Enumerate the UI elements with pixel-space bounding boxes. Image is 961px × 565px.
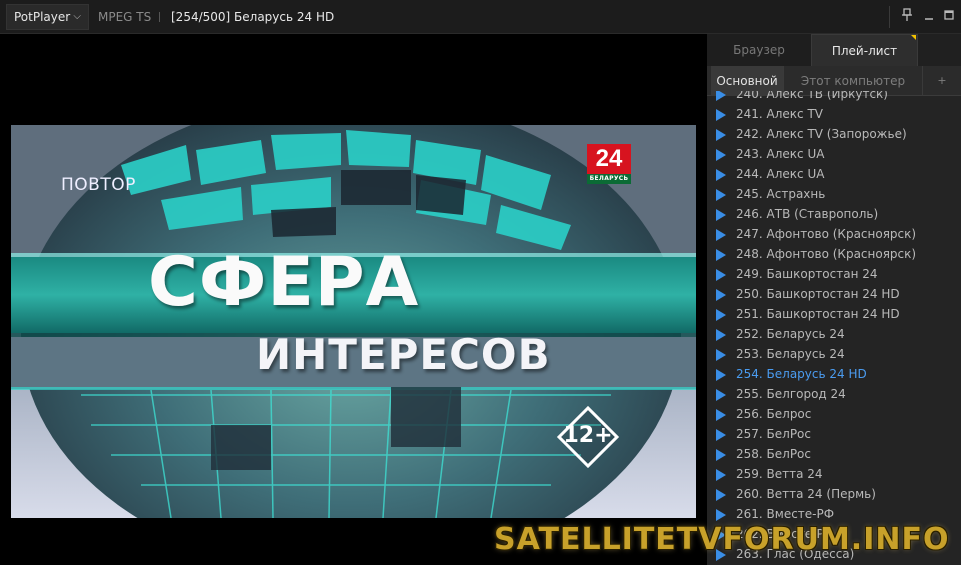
playlist-item-label: 258. БелРос: [736, 447, 811, 461]
playlist-item[interactable]: 241. Алекс TV: [707, 104, 961, 124]
playlist-item-label: 242. Алекс TV (Запорожье): [736, 127, 907, 141]
playlist-item[interactable]: 242. Алекс TV (Запорожье): [707, 124, 961, 144]
play-icon: [716, 149, 726, 161]
play-icon: [716, 109, 726, 121]
playlist-item-label: 248. Афонтово (Красноярск): [736, 247, 917, 261]
play-icon: [716, 249, 726, 261]
playlist-item-label: 252. Беларусь 24: [736, 327, 845, 341]
playlist-item[interactable]: 259. Ветта 24: [707, 464, 961, 484]
age-rating-badge: 12+: [556, 405, 620, 469]
playlist-item-label: 251. Башкортостан 24 HD: [736, 307, 900, 321]
play-icon: [716, 289, 726, 301]
tab-playlist[interactable]: Плей-лист: [811, 34, 918, 66]
play-icon: [716, 91, 726, 101]
playlist-item-label: 240. Алекс TB (Иркутск): [736, 91, 888, 101]
play-icon: [716, 469, 726, 481]
play-icon: [716, 329, 726, 341]
show-title-line1: СФЕРА: [148, 243, 420, 322]
play-icon: [716, 449, 726, 461]
play-icon: [716, 169, 726, 181]
playlist-item-label: 253. Беларусь 24: [736, 347, 845, 361]
titlebar-divider: [889, 6, 890, 28]
maximize-icon[interactable]: [941, 8, 957, 26]
show-title-line2: ИНТЕРЕСОВ: [256, 330, 551, 379]
playlist-item[interactable]: 246. АТВ (Ставрополь): [707, 204, 961, 224]
playlist-item-label: 246. АТВ (Ставрополь): [736, 207, 879, 221]
play-icon: [716, 349, 726, 361]
playlist-item[interactable]: 258. БелРос: [707, 444, 961, 464]
play-icon: [716, 429, 726, 441]
playlist-item[interactable]: 244. Алекс UA: [707, 164, 961, 184]
playlist-item[interactable]: 243. Алекс UA: [707, 144, 961, 164]
playlist-item[interactable]: 255. Белгород 24: [707, 384, 961, 404]
play-icon: [716, 209, 726, 221]
playlist-item[interactable]: 261. Вместе-РФ: [707, 504, 961, 524]
playlist-item[interactable]: 260. Ветта 24 (Пермь): [707, 484, 961, 504]
playlist-item[interactable]: 240. Алекс TB (Иркутск): [707, 91, 961, 104]
watermark: SATELLITETVFORUM.INFO: [494, 522, 950, 557]
playlist-item-label: 241. Алекс TV: [736, 107, 823, 121]
minimize-icon[interactable]: [921, 8, 937, 26]
playlist-item[interactable]: 256. Белрос: [707, 404, 961, 424]
window-title: [254/500] Беларусь 24 HD: [171, 10, 335, 24]
playlist-item-label: 250. Башкортостан 24 HD: [736, 287, 900, 301]
playlist-item-label: 243. Алекс UA: [736, 147, 825, 161]
play-icon: [716, 369, 726, 381]
play-icon: [716, 389, 726, 401]
playlist-item-label: 257. БелРос: [736, 427, 811, 441]
playlist-item[interactable]: 248. Афонтово (Красноярск): [707, 244, 961, 264]
playlist-item[interactable]: 254. Беларусь 24 HD: [707, 364, 961, 384]
playlist-item[interactable]: 247. Афонтово (Красноярск): [707, 224, 961, 244]
playlist-item-label: 260. Ветта 24 (Пермь): [736, 487, 876, 501]
playlist-item[interactable]: 250. Башкортостан 24 HD: [707, 284, 961, 304]
playlist-item-label: 244. Алекс UA: [736, 167, 825, 181]
playlist-item[interactable]: 257. БелРос: [707, 424, 961, 444]
play-icon: [716, 489, 726, 501]
playlist-list[interactable]: 240. Алекс TB (Иркутск) 241. Алекс TV 242.…: [707, 91, 961, 565]
playlist-panel: Браузер Плей-лист Основной Этот компьюте…: [707, 34, 961, 565]
app-name: PotPlayer: [14, 10, 71, 24]
playlist-item-label: 259. Ветта 24: [736, 467, 823, 481]
age-rating-text: 12+: [563, 423, 613, 448]
play-icon: [716, 229, 726, 241]
channel-logo: 24 БЕЛАРУСЬ: [587, 144, 631, 184]
play-icon: [716, 269, 726, 281]
corner-marker-icon: [911, 35, 916, 40]
title-separator: [159, 12, 160, 22]
play-icon: [716, 309, 726, 321]
playlist-item-label: 255. Белгород 24: [736, 387, 846, 401]
channel-logo-number: 24: [595, 145, 623, 172]
chevron-down-icon: ⌵: [73, 11, 81, 22]
play-icon: [716, 129, 726, 141]
play-icon: [716, 509, 726, 521]
play-icon: [716, 409, 726, 421]
video-frame[interactable]: ПОВТОР СФЕРА ИНТЕРЕСОВ 24 БЕЛАРУСЬ 12+: [11, 125, 696, 518]
playlist-item-label: 249. Башкортостан 24: [736, 267, 878, 281]
playlist-item-label: 254. Беларусь 24 HD: [736, 367, 867, 381]
playlist-item[interactable]: 249. Башкортостан 24: [707, 264, 961, 284]
playlist-item-label: 256. Белрос: [736, 407, 812, 421]
channel-logo-caption: БЕЛАРУСЬ: [587, 174, 631, 184]
panel-tabs: Браузер Плей-лист: [707, 34, 961, 66]
playlist-item-label: 245. Астрахнь: [736, 187, 826, 201]
playlist-item-label: 261. Вместе-РФ: [736, 507, 835, 521]
playlist-item[interactable]: 252. Беларусь 24: [707, 324, 961, 344]
playlist-item[interactable]: 253. Беларусь 24: [707, 344, 961, 364]
pin-icon[interactable]: [899, 8, 915, 26]
title-bar: PotPlayer ⌵ MPEG TS [254/500] Беларусь 2…: [0, 0, 961, 34]
tab-browser[interactable]: Браузер: [707, 34, 811, 66]
tab-playlist-label: Плей-лист: [831, 44, 898, 58]
potplayer-window: PotPlayer ⌵ MPEG TS [254/500] Беларусь 2…: [0, 0, 961, 565]
app-menu-button[interactable]: PotPlayer ⌵: [6, 4, 89, 30]
playlist-item[interactable]: 245. Астрахнь: [707, 184, 961, 204]
repeat-label: ПОВТОР: [61, 175, 136, 195]
stream-format: MPEG TS: [98, 10, 152, 24]
playlist-item-label: 247. Афонтово (Красноярск): [736, 227, 917, 241]
playlist-item[interactable]: 251. Башкортостан 24 HD: [707, 304, 961, 324]
play-icon: [716, 189, 726, 201]
